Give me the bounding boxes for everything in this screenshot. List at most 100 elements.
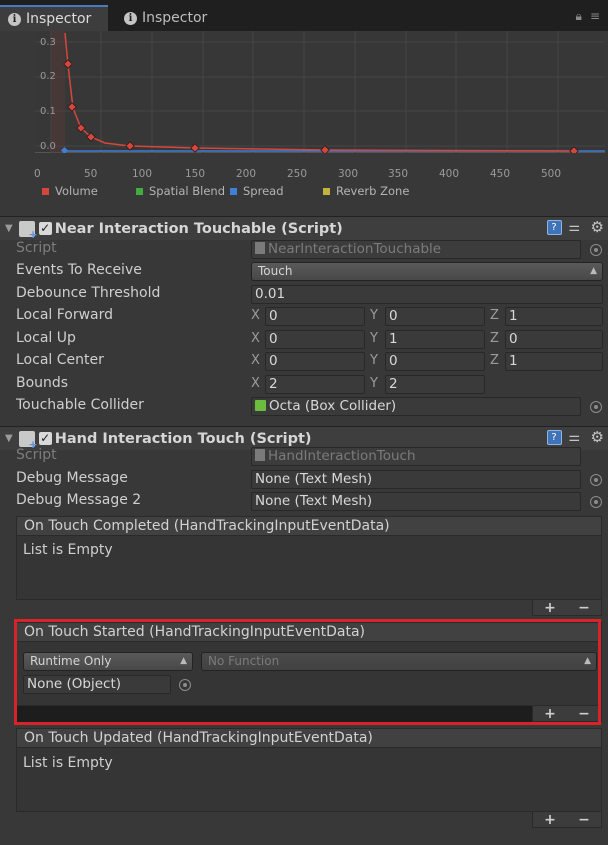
touchable-collider-label: Touchable Collider [16, 397, 144, 413]
debug-message-2-field[interactable]: None (Text Mesh) [251, 492, 581, 511]
x-tick: 350 [388, 168, 409, 180]
debounce-label: Debounce Threshold [16, 285, 161, 301]
swatch-icon [230, 187, 237, 195]
axis-z-label: Z [490, 353, 499, 368]
events-to-receive-dropdown[interactable]: Touch ▲ [251, 262, 603, 281]
up-y-field[interactable]: 1 [385, 330, 485, 349]
axis-x-label: X [251, 308, 260, 323]
axis-y-label: Y [370, 353, 378, 368]
forward-x-field[interactable]: 0 [265, 307, 365, 326]
component-header-near-touchable[interactable]: ▼ ✓ Near Interaction Touchable (Script) … [0, 216, 608, 241]
debug-message-label: Debug Message [16, 470, 128, 486]
list-empty-text: List is Empty [23, 755, 113, 771]
x-tick: 500 [541, 168, 562, 180]
foldout-arrow-icon[interactable]: ▼ [5, 433, 13, 444]
up-z-field[interactable]: 0 [505, 330, 603, 349]
help-icon[interactable]: ? [546, 220, 562, 235]
local-center-label: Local Center [16, 352, 104, 368]
tab-inspector[interactable]: i Inspector [116, 5, 226, 31]
script-label: Script [16, 240, 57, 256]
add-button[interactable]: + [544, 812, 556, 828]
y-tick: 0.0 [40, 141, 56, 152]
axis-x-label: X [251, 331, 260, 346]
center-y-field[interactable]: 0 [385, 352, 485, 371]
tab-inspector-active[interactable]: i Inspector [0, 5, 108, 31]
x-tick: 100 [132, 168, 153, 180]
y-tick: 0.3 [40, 37, 56, 48]
add-button[interactable]: + [544, 600, 556, 616]
axis-y-label: Y [370, 331, 378, 346]
swatch-icon [136, 187, 143, 195]
axis-z-label: Z [490, 308, 499, 323]
script-file-icon [255, 449, 265, 461]
debounce-field[interactable]: 0.01 [251, 285, 603, 304]
legend-spatial-blend[interactable]: Spatial Blend [136, 184, 225, 198]
touchable-collider-field[interactable]: Octa (Box Collider) [251, 397, 581, 416]
bounds-y-field[interactable]: 2 [385, 375, 485, 394]
preset-icon[interactable]: ⚌ [569, 220, 584, 235]
foldout-arrow-icon[interactable]: ▼ [5, 223, 13, 234]
object-picker-icon[interactable] [590, 496, 602, 508]
axis-x-label: X [251, 353, 260, 368]
center-x-field[interactable]: 0 [265, 352, 365, 371]
forward-y-field[interactable]: 0 [385, 307, 485, 326]
curve-svg [35, 31, 605, 156]
local-up-label: Local Up [16, 330, 76, 346]
legend-spread[interactable]: Spread [230, 184, 284, 198]
script-field[interactable]: HandInteractionTouch [251, 447, 581, 466]
forward-z-field[interactable]: 1 [505, 307, 603, 326]
local-forward-label: Local Forward [16, 307, 114, 323]
tab-label: Inspector [26, 11, 92, 27]
remove-button[interactable]: − [578, 600, 590, 616]
script-icon [18, 430, 38, 451]
script-label: Script [16, 447, 57, 463]
event-header-touch-completed: On Touch Completed (HandTrackingInputEve… [16, 516, 602, 536]
event-header-touch-updated: On Touch Updated (HandTrackingInputEvent… [16, 728, 602, 748]
menu-icon[interactable]: ≡ [590, 9, 600, 24]
axis-y-label: Y [370, 308, 378, 323]
x-tick: 0 [34, 168, 41, 180]
y-tick: 0.2 [40, 71, 56, 82]
legend-volume[interactable]: Volume [42, 184, 98, 198]
enabled-checkbox[interactable]: ✓ [38, 432, 52, 445]
script-file-icon [255, 242, 265, 254]
y-tick: 0.1 [40, 106, 56, 117]
object-picker-icon[interactable] [590, 401, 602, 413]
component-title: Near Interaction Touchable (Script) [54, 220, 343, 237]
object-picker-icon[interactable] [590, 244, 602, 256]
preset-icon[interactable]: ⚌ [569, 430, 584, 445]
x-tick: 150 [185, 168, 206, 180]
tab-tools: 🔒︎ ≡ [576, 9, 600, 24]
help-icon[interactable]: ? [546, 430, 562, 445]
gear-icon[interactable]: ⚙ [591, 220, 604, 235]
box-collider-icon [255, 400, 266, 411]
swatch-icon [42, 187, 49, 195]
event-list-footer: + − [532, 600, 602, 616]
component-title: Hand Interaction Touch (Script) [54, 430, 312, 447]
axis-x-label: X [251, 376, 260, 391]
x-tick: 250 [287, 168, 308, 180]
legend-reverb-zone[interactable]: Reverb Zone [323, 184, 409, 198]
debug-message-field[interactable]: None (Text Mesh) [251, 470, 581, 489]
center-z-field[interactable]: 1 [505, 352, 603, 371]
bounds-label: Bounds [16, 375, 69, 391]
up-x-field[interactable]: 0 [265, 330, 365, 349]
lock-icon[interactable]: 🔒︎ [576, 9, 582, 24]
x-tick: 50 [84, 168, 98, 180]
swatch-icon [323, 187, 330, 195]
tab-bar: i Inspector i Inspector 🔒︎ ≡ [0, 0, 608, 31]
script-icon [18, 220, 38, 241]
remove-button[interactable]: − [578, 812, 590, 828]
enabled-checkbox[interactable]: ✓ [38, 222, 52, 235]
object-picker-icon[interactable] [590, 474, 602, 486]
rolloff-curve-graph[interactable] [35, 31, 605, 156]
tab-label: Inspector [142, 10, 208, 26]
axis-z-label: Z [490, 331, 499, 346]
list-empty-text: List is Empty [23, 542, 113, 558]
info-icon: i [8, 12, 21, 26]
script-field[interactable]: NearInteractionTouchable [251, 240, 581, 259]
x-tick: 450 [490, 168, 511, 180]
info-icon: i [124, 11, 137, 25]
bounds-x-field[interactable]: 2 [265, 375, 365, 394]
gear-icon[interactable]: ⚙ [591, 430, 604, 445]
